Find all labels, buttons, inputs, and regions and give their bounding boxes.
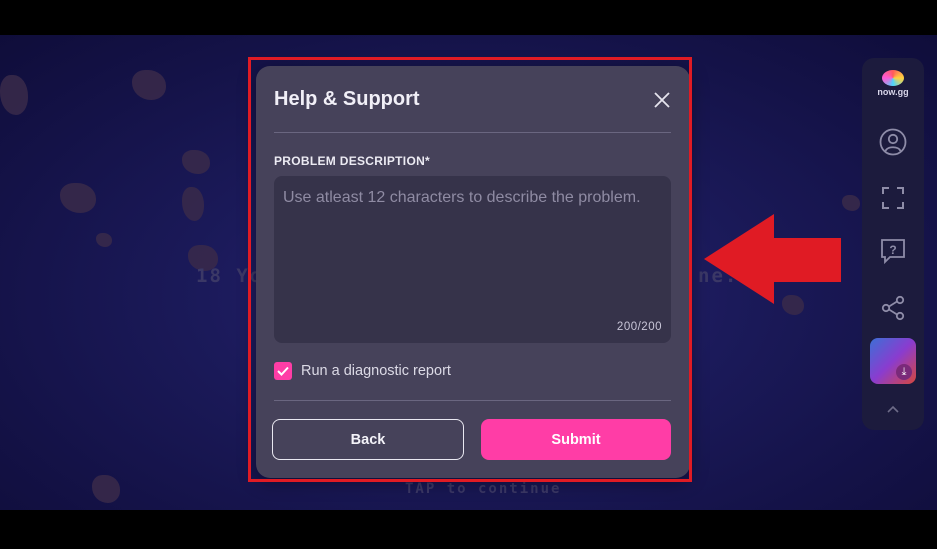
- asteroid: [842, 195, 860, 211]
- user-icon[interactable]: [876, 125, 910, 159]
- asteroid: [0, 75, 28, 115]
- asteroid: [92, 475, 120, 503]
- fullscreen-icon[interactable]: [876, 181, 910, 215]
- asteroid: [132, 70, 166, 100]
- tap-to-continue-text[interactable]: TAP to continue: [405, 481, 561, 497]
- share-icon[interactable]: [876, 291, 910, 325]
- chevron-up-icon[interactable]: [876, 392, 910, 426]
- now-gg-logo-text: now.gg: [877, 87, 909, 97]
- now-gg-logo-mark: [882, 70, 904, 86]
- now-gg-logo: now.gg: [872, 70, 914, 100]
- help-icon[interactable]: ?: [876, 234, 910, 268]
- svg-text:?: ?: [889, 243, 896, 257]
- download-icon[interactable]: ⤓: [896, 364, 912, 380]
- asteroid: [182, 150, 210, 174]
- red-arrow-icon: [704, 214, 841, 304]
- asteroid: [182, 187, 204, 221]
- asteroid: [96, 233, 112, 247]
- highlight-frame: [248, 57, 692, 482]
- asteroid: [60, 183, 96, 213]
